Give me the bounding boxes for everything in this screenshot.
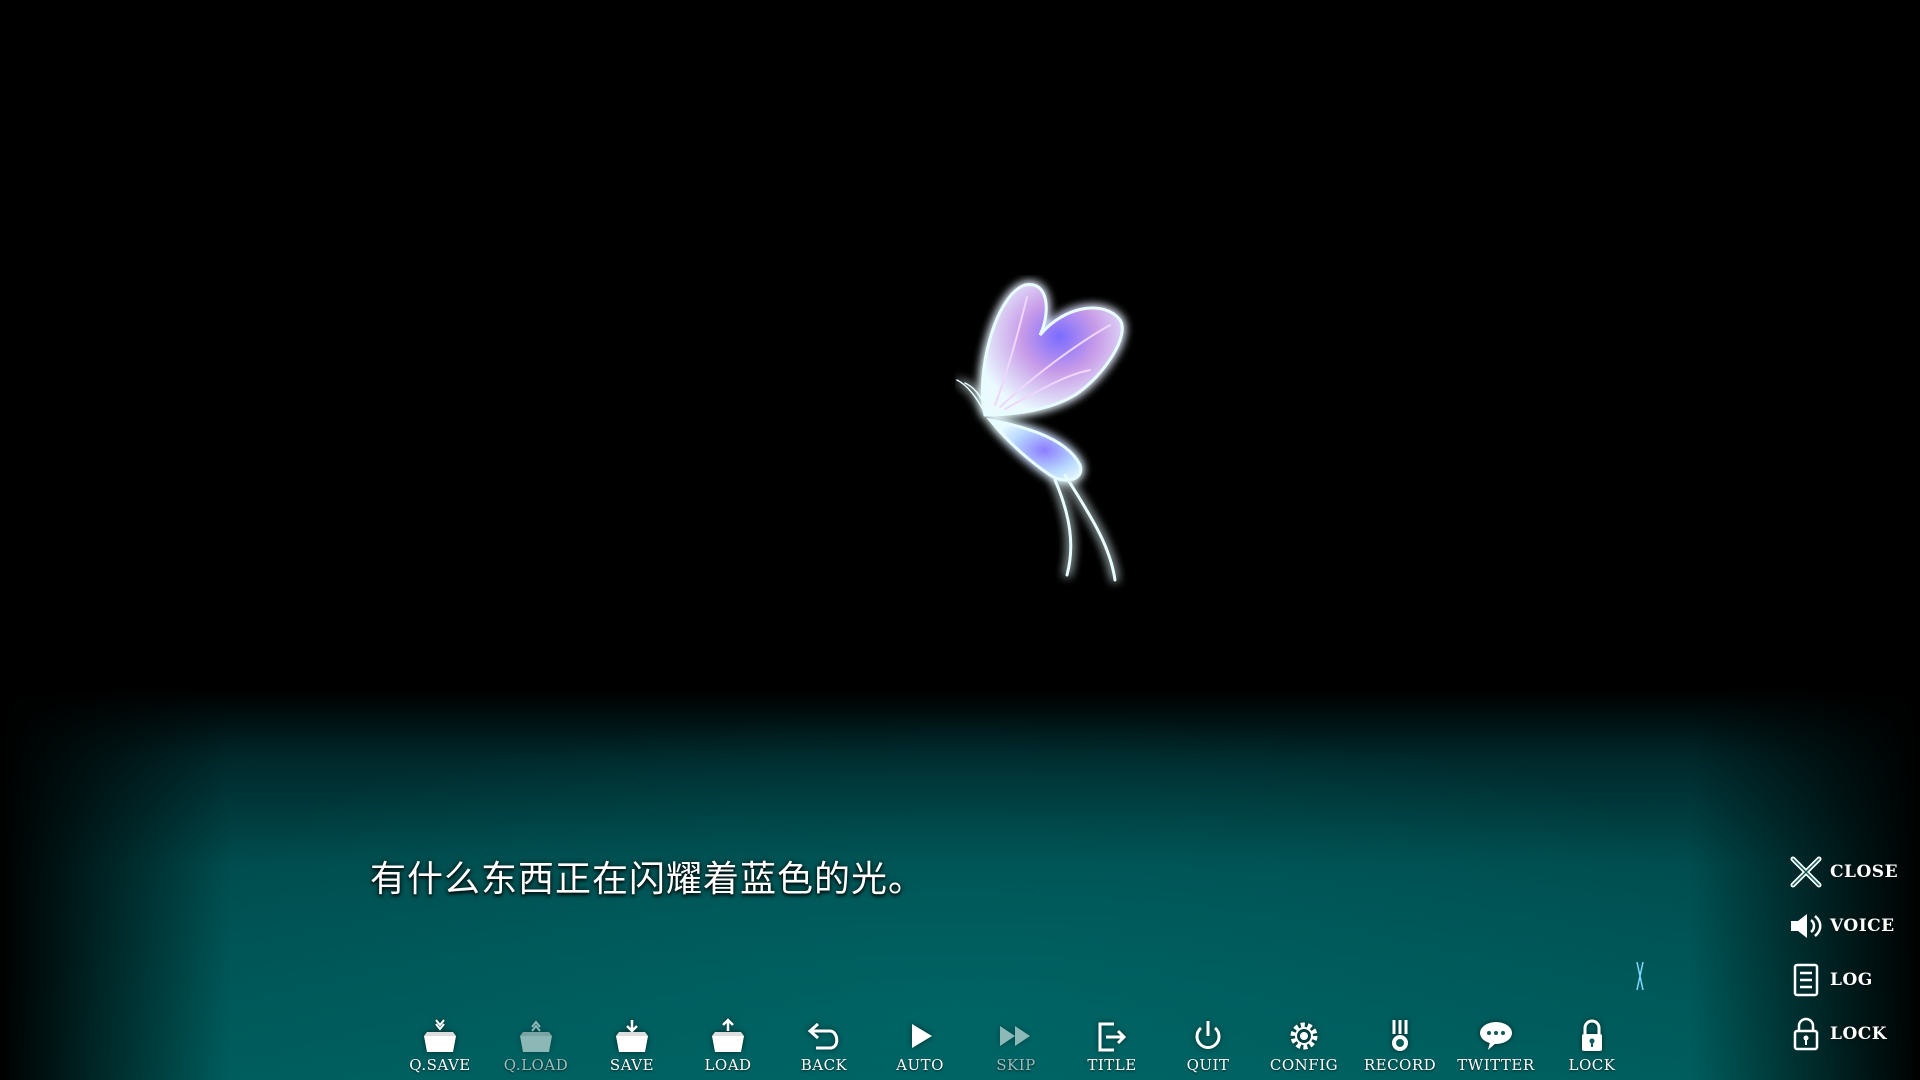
quick-save-icon	[420, 1018, 460, 1054]
exit-to-title-icon	[1092, 1018, 1132, 1054]
close-label: CLOSE	[1830, 862, 1899, 882]
close-button[interactable]: CLOSE	[1786, 852, 1906, 892]
glowing-butterfly	[956, 283, 1124, 582]
log-button[interactable]: LOG	[1786, 960, 1906, 1000]
config-button[interactable]: CONFIG	[1256, 1018, 1352, 1080]
config-label: CONFIG	[1269, 1056, 1339, 1074]
quick-load-icon	[516, 1018, 556, 1054]
lock-label: LOCK	[1568, 1056, 1616, 1074]
lock-icon	[1786, 1014, 1826, 1054]
load-label: LOAD	[704, 1056, 752, 1074]
quick-load-button[interactable]: Q.LOAD	[488, 1018, 584, 1080]
twitter-label: TWITTER	[1457, 1056, 1535, 1074]
game-screen[interactable]: 有什么东西正在闪耀着蓝色的光。 Q.SAVE Q.LOAD SAVE LOAD …	[0, 0, 1920, 1080]
quick-save-button[interactable]: Q.SAVE	[392, 1018, 488, 1080]
skip-button[interactable]: SKIP	[968, 1018, 1064, 1080]
auto-label: AUTO	[896, 1056, 944, 1074]
title-label: TITLE	[1087, 1056, 1137, 1074]
quit-label: QUIT	[1186, 1056, 1230, 1074]
lock-button[interactable]: LOCK	[1544, 1018, 1640, 1080]
power-icon	[1188, 1018, 1228, 1054]
twitter-button[interactable]: TWITTER	[1448, 1018, 1544, 1080]
gear-icon	[1284, 1018, 1324, 1054]
side-lock-button[interactable]: LOCK	[1786, 1014, 1906, 1054]
skip-label: SKIP	[996, 1056, 1036, 1074]
back-label: BACK	[800, 1056, 848, 1074]
save-button[interactable]: SAVE	[584, 1018, 680, 1080]
speech-bubble-icon	[1476, 1018, 1516, 1054]
speaker-icon	[1786, 906, 1826, 946]
play-icon	[900, 1018, 940, 1054]
fast-forward-icon	[996, 1018, 1036, 1054]
load-icon	[708, 1018, 748, 1054]
dialogue-text: 有什么东西正在闪耀着蓝色的光。	[370, 859, 926, 900]
save-icon	[612, 1018, 652, 1054]
log-icon	[1786, 960, 1826, 1000]
quick-save-label: Q.SAVE	[409, 1056, 471, 1074]
title-button[interactable]: TITLE	[1064, 1018, 1160, 1080]
text-advance-indicator-icon	[1636, 961, 1644, 991]
back-arrow-icon	[804, 1018, 844, 1054]
voice-button[interactable]: VOICE	[1786, 906, 1906, 946]
auto-button[interactable]: AUTO	[872, 1018, 968, 1080]
record-button[interactable]: RECORD	[1352, 1018, 1448, 1080]
back-button[interactable]: BACK	[776, 1018, 872, 1080]
quick-menu-toolbar: Q.SAVE Q.LOAD SAVE LOAD BACK AUTO SKIP T…	[392, 1018, 1640, 1080]
quick-load-label: Q.LOAD	[503, 1056, 569, 1074]
medal-icon	[1380, 1018, 1420, 1054]
close-icon	[1786, 852, 1826, 892]
side-menu: CLOSE VOICE LOG LOCK	[1786, 852, 1906, 1068]
load-button[interactable]: LOAD	[680, 1018, 776, 1080]
lock-icon	[1572, 1018, 1612, 1054]
record-label: RECORD	[1363, 1056, 1437, 1074]
quit-button[interactable]: QUIT	[1160, 1018, 1256, 1080]
log-label: LOG	[1830, 970, 1873, 990]
save-label: SAVE	[609, 1056, 655, 1074]
side-lock-label: LOCK	[1830, 1024, 1888, 1044]
voice-label: VOICE	[1830, 916, 1895, 936]
